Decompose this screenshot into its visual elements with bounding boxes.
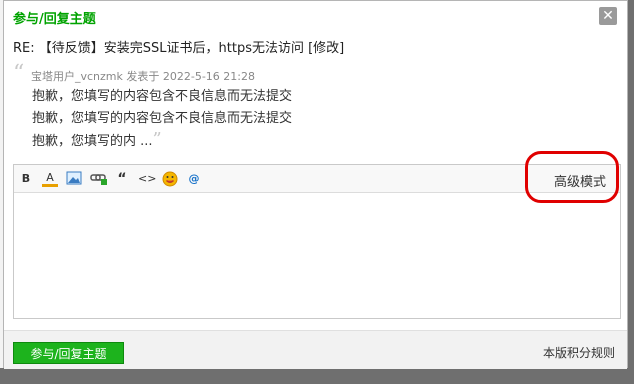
highlight-annotation bbox=[525, 151, 619, 203]
forum-rules-link[interactable]: 本版积分规则 bbox=[543, 344, 615, 361]
image-icon[interactable] bbox=[66, 171, 82, 187]
code-icon[interactable]: <> bbox=[138, 171, 156, 187]
quote-line: 抱歉，您填写的内 ...” bbox=[32, 129, 162, 150]
dialog-title: 参与/回复主题 bbox=[13, 12, 96, 27]
quote-line: 抱歉，您填写的内容包含不良信息而无法提交 bbox=[32, 111, 293, 126]
quote-open-icon: “ bbox=[13, 61, 25, 86]
mention-icon[interactable]: @ bbox=[186, 171, 202, 187]
overlay-shade-right bbox=[628, 0, 634, 368]
quote-close-icon: ” bbox=[152, 129, 162, 150]
dialog-footer: 参与/回复主题 本版积分规则 bbox=[4, 330, 627, 369]
quote-icon[interactable]: “ bbox=[114, 171, 130, 187]
font-color-icon[interactable]: A bbox=[42, 171, 58, 187]
close-icon[interactable]: ✕ bbox=[599, 7, 617, 25]
bold-icon[interactable]: B bbox=[18, 171, 34, 187]
quote-meta: 宝塔用户_vcnzmk 发表于 2022-5-16 21:28 bbox=[31, 70, 256, 83]
reply-dialog: 参与/回复主题 ✕ RE: 【待反馈】安装完SSL证书后，https无法访问 [… bbox=[3, 0, 628, 369]
reply-subject: RE: 【待反馈】安装完SSL证书后，https无法访问 [修改] bbox=[13, 41, 345, 56]
submit-reply-button[interactable]: 参与/回复主题 bbox=[13, 342, 124, 364]
overlay-shade-bottom bbox=[0, 368, 634, 384]
emoji-icon[interactable] bbox=[162, 171, 178, 187]
quote-line: 抱歉，您填写的内容包含不良信息而无法提交 bbox=[32, 89, 293, 104]
link-icon[interactable] bbox=[90, 171, 107, 187]
